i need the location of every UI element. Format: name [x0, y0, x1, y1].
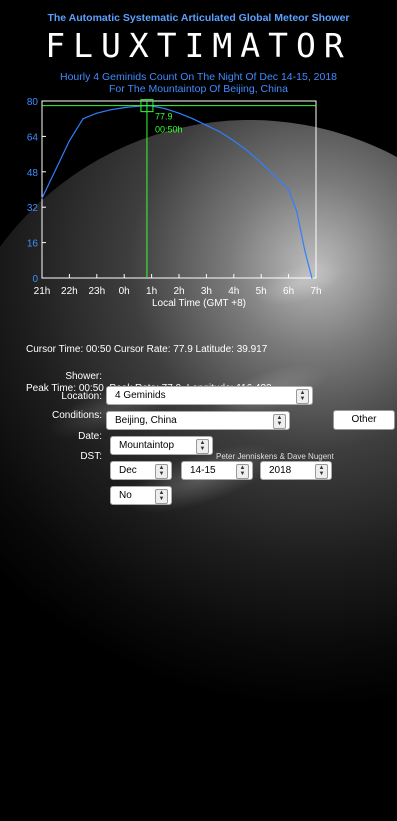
cursor-rate-label: 77.9	[155, 112, 173, 122]
data-point	[296, 211, 298, 213]
x-tick-label: 4h	[228, 286, 239, 297]
data-point	[109, 109, 112, 111]
data-point	[288, 188, 290, 191]
select-arrows-icon: ▲ ▼	[315, 464, 328, 479]
other-location-button[interactable]: Other	[333, 410, 395, 430]
dst-select[interactable]: No ▲ ▼	[110, 486, 172, 505]
conditions-label: Conditions:	[51, 410, 102, 421]
data-point	[205, 124, 207, 126]
data-point	[68, 140, 70, 142]
x-tick-label: 1h	[146, 286, 157, 297]
x-tick-label: 0h	[119, 286, 130, 297]
data-point	[192, 118, 194, 120]
credit-text: Peter Jenniskens & Dave Nugent	[216, 452, 334, 461]
shower-select-value: 4 Geminids	[115, 390, 166, 401]
year-select[interactable]: 2018 ▲ ▼	[260, 461, 332, 480]
latitude-label: Latitude:	[195, 344, 234, 355]
dst-select-value: No	[119, 490, 132, 501]
app-logo: FLUXTIMATOR	[45, 26, 352, 65]
app-subtitle: The Automatic Systematic Articulated Glo…	[47, 12, 350, 24]
select-arrows-icon: ▲ ▼	[155, 489, 168, 504]
data-point	[233, 140, 235, 142]
x-axis-label: Local Time (GMT +8)	[152, 298, 246, 309]
data-point	[246, 150, 249, 152]
y-tick-label: 64	[27, 132, 39, 143]
x-tick-label: 2h	[173, 286, 184, 297]
cursor-time-label: 00:50h	[155, 125, 183, 135]
location-select[interactable]: Beijing, China ▲ ▼	[106, 411, 290, 430]
data-point	[82, 118, 84, 120]
y-tick-label: 16	[27, 239, 39, 250]
select-arrows-icon: ▲ ▼	[273, 414, 286, 429]
x-tick-label: 21h	[34, 286, 51, 297]
dst-label: DST:	[80, 451, 102, 462]
data-point	[219, 131, 221, 133]
data-point	[178, 112, 180, 114]
data-point	[41, 197, 43, 199]
data-point	[304, 250, 306, 253]
select-arrows-icon: ▲ ▼	[296, 389, 309, 404]
x-tick-label: 5h	[256, 286, 267, 297]
data-point	[96, 112, 98, 114]
x-tick-label: 3h	[201, 286, 212, 297]
data-point	[123, 107, 125, 109]
y-tick-label: 80	[27, 97, 39, 108]
latitude-value: 39.917	[236, 344, 268, 355]
data-point	[311, 277, 313, 279]
location-label: Location:	[61, 391, 102, 402]
y-tick-label: 32	[27, 203, 39, 214]
y-tick-label: 48	[27, 168, 39, 179]
cursor-time-label: Cursor Time:	[26, 344, 84, 355]
date-label: Date:	[78, 431, 102, 442]
data-point	[164, 108, 166, 110]
conditions-select[interactable]: Mountaintop ▲ ▼	[110, 436, 213, 455]
shower-label: Shower:	[65, 371, 102, 382]
location-select-value: Beijing, China	[115, 415, 177, 426]
y-tick-label: 0	[32, 274, 38, 285]
cursor-rate-label: Cursor Rate:	[113, 344, 171, 355]
conditions-select-value: Mountaintop	[119, 440, 175, 451]
year-select-value: 2018	[269, 465, 292, 476]
day-select[interactable]: 14-15 ▲ ▼	[181, 461, 253, 480]
data-point	[55, 168, 57, 171]
data-point	[260, 162, 262, 164]
cursor-time-value: 00:50	[86, 344, 112, 355]
meteor-rate-chart[interactable]: 0 16 32 48 64 80 21h 22h 23h 0h 1h 2h 3h 4h 5h 6h 7h Loca…	[0, 90, 397, 312]
x-tick-label: 6h	[283, 286, 294, 297]
shower-select[interactable]: 4 Geminids ▲ ▼	[106, 386, 313, 405]
x-tick-label: 23h	[88, 286, 105, 297]
select-arrows-icon: ▲ ▼	[196, 439, 209, 454]
data-point	[274, 175, 276, 177]
month-select[interactable]: Dec ▲ ▼	[110, 461, 172, 480]
month-select-value: Dec	[119, 465, 137, 476]
stats-row-cursor: Cursor Time: 00:50 Cursor Rate: 77.9 Lat…	[26, 343, 272, 356]
day-select-value: 14-15	[190, 465, 216, 476]
cursor-rate-value: 77.9	[173, 344, 193, 355]
select-arrows-icon: ▲ ▼	[236, 464, 249, 479]
x-tick-label: 7h	[310, 286, 321, 297]
x-tick-label: 22h	[61, 286, 78, 297]
select-arrows-icon: ▲ ▼	[155, 464, 168, 479]
chart-title-line-1: Hourly 4 Geminids Count On The Night Of …	[59, 71, 338, 83]
